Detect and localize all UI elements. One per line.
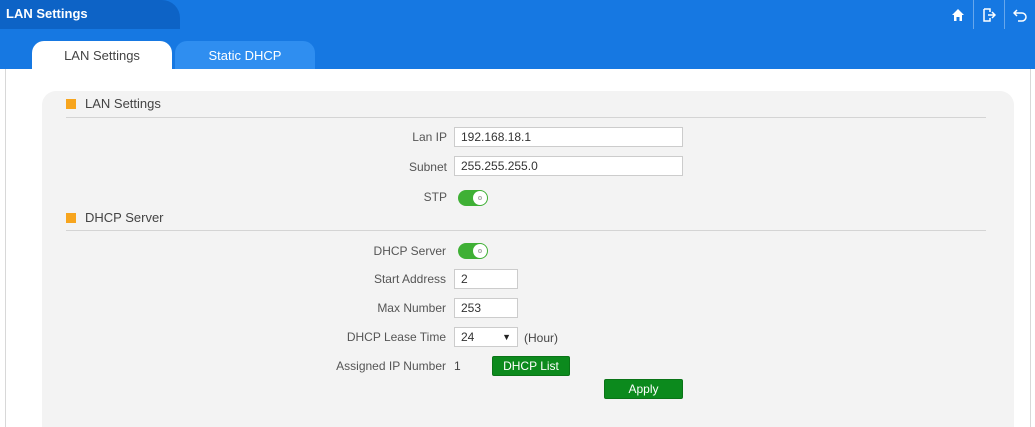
lan-ip-field[interactable]	[454, 127, 683, 147]
title-bar: LAN Settings	[0, 0, 1035, 29]
back-icon[interactable]	[1004, 0, 1035, 29]
toggle-knob	[473, 191, 487, 205]
assigned-ip-label: Assigned IP Number	[336, 359, 446, 373]
tab-static-dhcp[interactable]: Static DHCP	[175, 41, 315, 69]
title-icons	[943, 0, 1035, 29]
dhcp-list-button[interactable]: DHCP List	[492, 356, 570, 376]
dhcp-section-divider	[66, 230, 986, 231]
lease-time-unit: (Hour)	[524, 331, 559, 345]
lan-section-title: LAN Settings	[85, 96, 161, 111]
lan-section-header: LAN Settings	[66, 96, 161, 111]
start-address-field[interactable]	[454, 269, 518, 289]
subnet-label: Subnet	[408, 160, 447, 174]
tab-lan-settings[interactable]: LAN Settings	[32, 41, 172, 69]
dropdown-arrow-icon: ▼	[502, 332, 511, 342]
window-title: LAN Settings	[6, 6, 88, 21]
toggle-knob	[473, 244, 487, 258]
window-title-tab: LAN Settings	[0, 0, 180, 29]
lan-section-divider	[66, 117, 986, 118]
apply-button[interactable]: Apply	[604, 379, 683, 399]
section-marker-icon	[66, 212, 76, 223]
dhcp-server-label: DHCP Server	[373, 244, 446, 258]
dhcp-section-header: DHCP Server	[66, 210, 164, 225]
subnet-field[interactable]	[454, 156, 683, 176]
tab-strip: LAN Settings Static DHCP	[0, 29, 1035, 69]
lease-time-label: DHCP Lease Time	[346, 330, 446, 344]
assigned-ip-value: 1	[454, 359, 461, 373]
dhcp-server-toggle[interactable]	[458, 243, 488, 259]
dhcp-section-title: DHCP Server	[85, 210, 164, 225]
stp-toggle[interactable]	[458, 190, 488, 206]
start-address-label: Start Address	[373, 272, 446, 286]
lease-time-select[interactable]: 24 ▼	[454, 327, 518, 347]
max-number-label: Max Number	[377, 301, 446, 315]
section-marker-icon	[66, 98, 76, 109]
home-icon[interactable]	[943, 0, 973, 29]
logout-icon[interactable]	[973, 0, 1004, 29]
lease-time-value: 24	[461, 330, 475, 344]
max-number-field[interactable]	[454, 298, 518, 318]
stp-label: STP	[423, 190, 447, 204]
lan-ip-label: Lan IP	[412, 130, 447, 144]
